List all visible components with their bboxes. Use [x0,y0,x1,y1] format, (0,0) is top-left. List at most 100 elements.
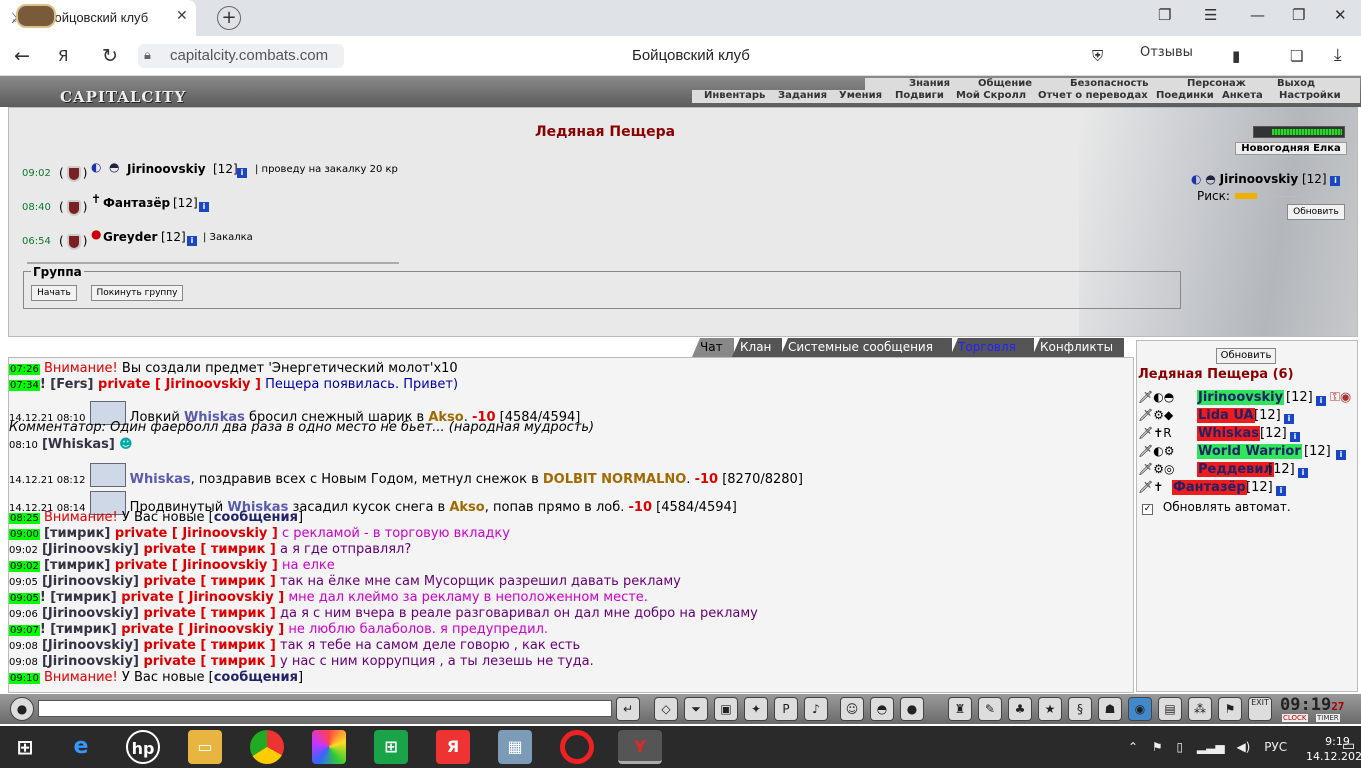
ie-icon[interactable]: e [64,730,98,764]
tab-clan[interactable]: Клан [732,338,782,357]
info-icon[interactable]: i [187,232,197,246]
refresh-room-button[interactable]: Обновить [1287,204,1345,220]
menu-icon[interactable]: ☰ [1204,6,1217,24]
paint-icon[interactable] [312,730,346,764]
nav-feats[interactable]: Подвиги [895,90,944,101]
close-window-icon[interactable]: ✕ [1334,6,1347,24]
globe-icon[interactable]: ◉ [1128,697,1152,721]
gift-icon[interactable]: ▤ [1158,697,1182,721]
info-icon[interactable]: i [237,164,247,178]
attack-icon[interactable]: ✦ [744,697,768,721]
refresh-online-button[interactable]: Обновить [1216,348,1276,364]
windows-start-icon[interactable]: ⊞ [8,730,42,764]
leave-group-button[interactable]: Покинуть группу [91,285,183,301]
yandex-music-icon[interactable]: Я [436,730,470,764]
language-indicator[interactable]: РУС [1264,740,1287,754]
url-field[interactable]: 🔒︎ capitalcity.combats.com [138,44,344,68]
player-name[interactable]: Фантазёр [103,196,170,210]
download-icon[interactable]: ⤓ [1334,45,1342,65]
tab-chat[interactable]: Чат [692,338,734,357]
mask-icon[interactable]: ☗ [1098,697,1122,721]
nav-character[interactable]: Персонаж [1187,78,1246,89]
collections-icon[interactable]: ❏ [1290,47,1303,65]
info-icon[interactable]: i [199,198,209,212]
close-tab-icon[interactable]: ✕ [176,8,188,24]
online-user-name[interactable]: Whiskas [1197,426,1260,441]
protect-icon[interactable]: ⛨ [1092,47,1103,65]
chrome-icon[interactable] [250,730,284,764]
nav-security[interactable]: Безопасность [1070,78,1149,89]
tab-system[interactable]: Системные сообщения [780,338,952,357]
online-user-name[interactable]: Lida UA [1197,408,1255,423]
restore-icon[interactable]: ❐ [1292,6,1305,24]
online-user-name[interactable]: Фантазёр [1172,480,1247,495]
online-user-name[interactable]: Jirinoovskiy [1197,390,1285,405]
nav-settings[interactable]: Настройки [1279,90,1341,101]
back-icon[interactable]: ← [14,45,30,67]
filter-icon[interactable]: ⏷ [684,697,708,721]
online-user-name[interactable]: Реддевил [1197,462,1275,477]
smiles-icon[interactable]: ☺ [840,697,864,721]
send-icon[interactable]: ↵ [616,697,640,721]
auto-refresh-row[interactable]: ✓ Обновлять автомат. [1142,500,1291,515]
info-icon[interactable]: i [1316,392,1326,407]
nav-inventory[interactable]: Инвентарь [704,90,765,101]
online-user-name[interactable]: World Warrior [1197,444,1302,459]
translit-icon[interactable]: P [774,697,798,721]
player-name[interactable]: Jirinoovskiy [127,162,206,176]
bookmarks-icon[interactable]: ❐ [1158,6,1171,24]
exit-icon[interactable]: EXIT [1248,697,1272,721]
nav-communication[interactable]: Общение [978,78,1032,89]
reviews-button[interactable]: Отзывы [1140,45,1193,60]
bag-icon[interactable]: ♣ [1008,697,1032,721]
self-name[interactable]: Jirinoovskiy [1220,172,1299,186]
helmet-icon[interactable]: ◓ [870,697,894,721]
info-icon[interactable]: i [1284,410,1294,425]
treasure-icon[interactable]: ★ [1038,697,1062,721]
chat-mode-icon[interactable]: ● [10,697,34,721]
paws-icon[interactable]: ⁂ [1188,697,1212,721]
opera-icon[interactable] [560,730,594,764]
nav-transfers[interactable]: Отчет о переводах [1038,90,1148,101]
volume-icon[interactable]: ◀) [1236,740,1250,754]
christmas-tree-link[interactable]: Новогодняя Елка [1235,142,1347,155]
hp-icon[interactable]: hp [126,730,160,764]
chevron-up-icon[interactable]: ⌃ [1128,740,1138,754]
nav-exit[interactable]: Выход [1277,78,1315,89]
network-icon[interactable]: ▂▃▅ [1197,740,1225,754]
new-tab-button[interactable]: + [217,6,241,30]
nav-quests[interactable]: Задания [778,90,827,101]
minimize-icon[interactable]: — [1250,6,1265,24]
bookmark-icon[interactable]: ▮ [1232,47,1240,65]
orb-icon[interactable]: ● [900,697,924,721]
yandex-browser-icon[interactable]: Y [618,730,662,764]
nav-battles[interactable]: Поединки [1156,90,1214,101]
calculator-icon[interactable]: ▦ [498,730,532,764]
save-icon[interactable]: ▣ [714,697,738,721]
info-icon[interactable]: i [1276,482,1286,497]
notifications-icon[interactable]: ▭ [1342,738,1355,754]
nav-profile[interactable]: Анкета [1222,90,1263,101]
store-icon[interactable]: ⊞ [374,730,408,764]
start-button[interactable]: Начать [31,285,77,301]
nav-my-scroll[interactable]: Мой Скролл [956,90,1026,101]
nav-knowledge[interactable]: Знания [909,78,950,89]
info-icon[interactable]: i [1290,428,1300,443]
action-icon-2[interactable]: ✎ [978,697,1002,721]
nav-skills[interactable]: Умения [839,90,882,101]
chat-input[interactable] [38,700,612,717]
player-name[interactable]: Greyder [103,230,157,244]
eraser-icon[interactable]: ◇ [654,697,678,721]
checkbox-icon[interactable]: ✓ [1142,504,1153,515]
sound-icon[interactable]: ♪ [804,697,828,721]
battery-icon[interactable]: ▯ [1176,740,1183,754]
scroll-tool-icon[interactable]: § [1068,697,1092,721]
tab-trade[interactable]: Торговля [950,338,1034,357]
info-icon[interactable]: i [1330,176,1341,186]
action-icon-1[interactable]: ♜ [948,697,972,721]
reload-icon[interactable]: ↻ [102,45,118,67]
flag-tray-icon[interactable]: ⚑ [1152,740,1163,754]
flag-icon[interactable]: ⚑ [1218,697,1242,721]
tab-conflicts[interactable]: Конфликты [1032,338,1124,357]
file-explorer-icon[interactable]: ▭ [188,730,222,764]
